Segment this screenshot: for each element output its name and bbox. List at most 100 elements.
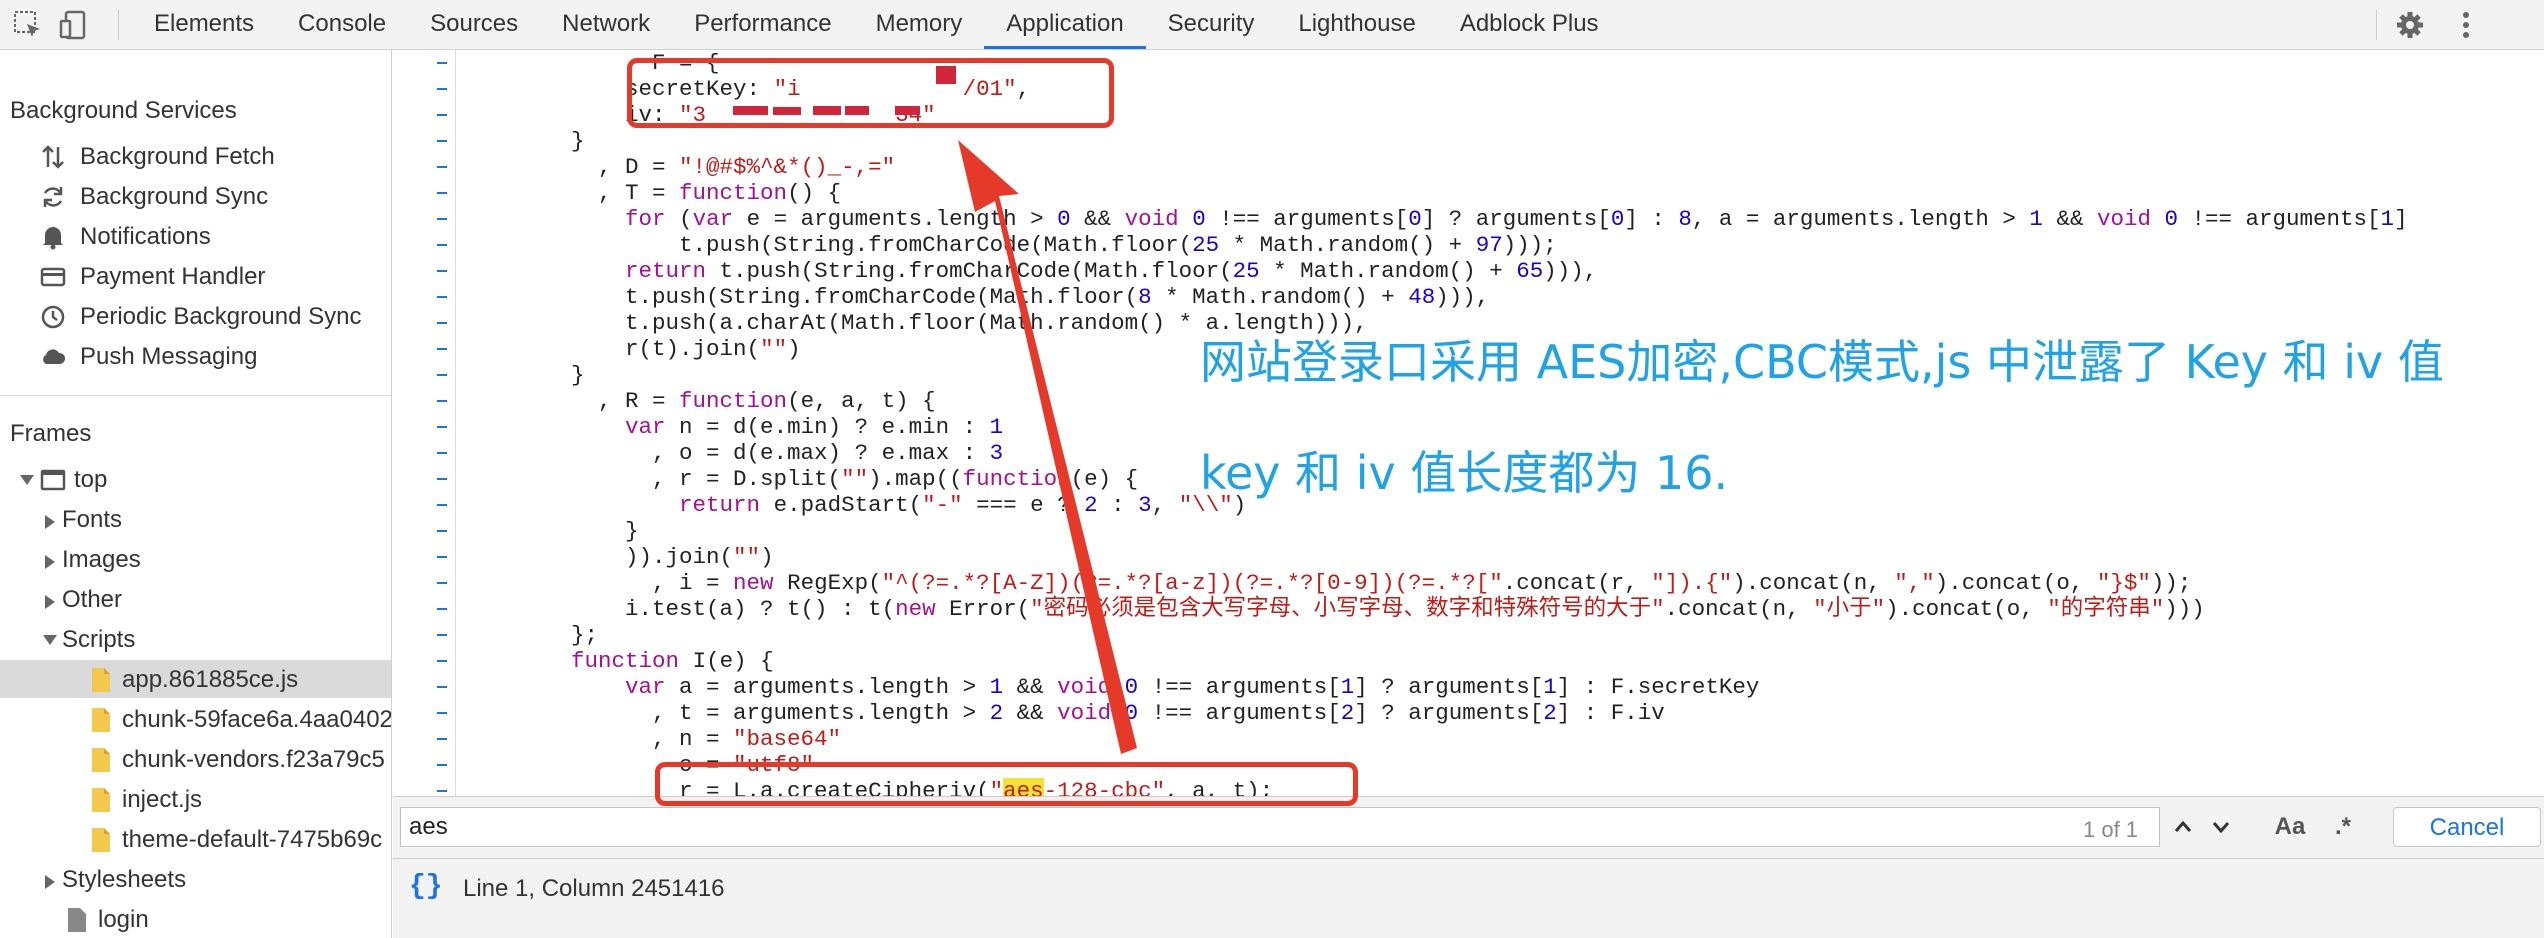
source-code-viewer[interactable]: , F = { secretKey: "i /01", iv: "3 34" }… [393, 50, 2544, 796]
chevron-down-icon [2212, 822, 2230, 834]
sidebar-item-label: Background Sync [80, 183, 269, 210]
code-line: , o = d(e.max) ? e.max : 3 [463, 440, 1003, 466]
code-token: && [1070, 206, 1125, 232]
previous-match-button[interactable] [2165, 807, 2201, 847]
document-login[interactable]: login [0, 900, 391, 938]
tab-memory[interactable]: Memory [854, 0, 985, 49]
code-token: ).concat(o, [1934, 570, 2097, 596]
pretty-print-button[interactable]: {} [409, 871, 443, 902]
gutter-marker [437, 192, 447, 194]
tab-network[interactable]: Network [540, 0, 672, 49]
sidebar-item-push-messaging[interactable]: Push Messaging [0, 337, 391, 375]
folder-scripts[interactable]: Scripts [0, 620, 391, 658]
cancel-button[interactable]: Cancel [2393, 807, 2541, 847]
code-token: 3 [989, 440, 1004, 466]
match-case-button[interactable]: Aa [2265, 807, 2315, 847]
gutter-marker [437, 374, 447, 376]
sidebar-item-payment-handler[interactable]: Payment Handler [0, 257, 391, 295]
inspect-icon[interactable] [12, 9, 44, 41]
folder-images[interactable]: Images [0, 540, 391, 578]
sidebar-item-label: top [74, 466, 108, 493]
code-token: "^(?=.*?[A-Z])(?=.*?[a-z])(?=.*?[0-9])(?… [881, 570, 1503, 596]
code-token: t.push(String.fromCharCode(Math.floor( [463, 284, 1139, 310]
code-token: void [1057, 674, 1112, 700]
code-token: , [1151, 492, 1179, 518]
code-token: void [2096, 206, 2151, 232]
gear-icon[interactable] [2394, 9, 2426, 41]
cloud-icon [43, 349, 66, 364]
code-token: "" [841, 466, 869, 492]
collapsed-arrow-icon[interactable] [45, 875, 55, 889]
code-token: "密码必须是包含大写字母、小写字母、数字和特殊符号的大于" [1030, 596, 1665, 622]
code-token: ] ? arguments[ [1354, 700, 1544, 726]
js-file-icon [92, 748, 110, 772]
cursor-position: Line 1, Column 2451416 [463, 875, 725, 902]
code-token: }; [463, 622, 599, 648]
collapsed-arrow-icon[interactable] [45, 595, 55, 609]
highlight-box-key-iv [627, 58, 1114, 128]
sidebar-item-background-sync[interactable]: Background Sync [0, 177, 391, 215]
code-token: 1 [1543, 674, 1557, 700]
next-match-button[interactable] [2203, 807, 2239, 847]
regex-button[interactable]: .* [2323, 807, 2363, 847]
code-token: 0 [1124, 674, 1139, 700]
code-token: function [679, 180, 788, 206]
search-input[interactable] [400, 807, 2160, 847]
sidebar-item-periodic-background-sync[interactable]: Periodic Background Sync [0, 297, 391, 335]
code-token: , i = [463, 570, 734, 596]
code-token: 2 [989, 700, 1004, 726]
tab-adblock-plus[interactable]: Adblock Plus [1438, 0, 1621, 49]
gutter-marker [437, 738, 447, 740]
tab-application[interactable]: Application [984, 0, 1146, 49]
sidebar-item-label: Other [62, 586, 123, 613]
tab-sources[interactable]: Sources [408, 0, 540, 49]
script-theme-default[interactable]: theme-default-7475b69c [0, 820, 391, 858]
sidebar-item-label: Stylesheets [62, 866, 187, 893]
code-token: 0 [1057, 206, 1071, 232]
code-token: } [463, 518, 639, 544]
gutter-marker [437, 400, 447, 402]
code-token: 65 [1516, 258, 1544, 284]
folder-fonts[interactable]: Fonts [0, 500, 391, 538]
kebab-menu-icon[interactable] [2450, 9, 2482, 41]
gutter-marker [437, 452, 447, 454]
tab-lighthouse[interactable]: Lighthouse [1276, 0, 1437, 49]
script-chunk-59face6a[interactable]: chunk-59face6a.4aa0402 [0, 700, 391, 738]
tab-security[interactable]: Security [1146, 0, 1277, 49]
script-inject-js[interactable]: inject.js [0, 780, 391, 818]
code-token: "-" [922, 492, 963, 518]
code-token: .concat(n, [1664, 596, 1814, 622]
gutter-marker [437, 270, 447, 272]
folder-other[interactable]: Other [0, 580, 391, 618]
collapsed-arrow-icon[interactable] [45, 515, 55, 529]
sync-icon [43, 187, 63, 207]
tab-console[interactable]: Console [276, 0, 408, 49]
code-token: ] : F.secretKey [1556, 674, 1760, 700]
code-token: RegExp( [773, 570, 882, 596]
expand-arrow-icon[interactable] [20, 475, 34, 485]
script-app-js[interactable]: app.861885ce.js [0, 660, 391, 698]
gutter-marker [437, 322, 447, 324]
document-icon [68, 908, 86, 932]
sidebar-item-background-fetch[interactable]: Background Fetch [0, 137, 391, 175]
match-count: 1 of 1 [2083, 817, 2139, 842]
tab-performance[interactable]: Performance [672, 0, 853, 49]
code-token: for [625, 206, 666, 232]
frame-top[interactable]: top [0, 460, 391, 498]
expand-arrow-icon[interactable] [43, 635, 57, 645]
collapsed-arrow-icon[interactable] [45, 555, 55, 569]
script-chunk-vendors[interactable]: chunk-vendors.f23a79c5 [0, 740, 391, 778]
code-token: } [463, 128, 585, 154]
sidebar-item-label: login [98, 906, 149, 933]
device-toggle-icon[interactable] [58, 9, 90, 41]
sidebar-item-notifications[interactable]: Notifications [0, 217, 391, 255]
folder-stylesheets[interactable]: Stylesheets [0, 860, 391, 898]
code-line: var a = arguments.length > 1 && void 0 !… [463, 674, 1759, 700]
code-token: )); [2150, 570, 2192, 596]
tab-elements[interactable]: Elements [132, 0, 276, 49]
code-token: ))) [2164, 596, 2205, 622]
code-token: , T = [463, 180, 680, 206]
code-token: !== arguments[ [1205, 206, 1409, 232]
